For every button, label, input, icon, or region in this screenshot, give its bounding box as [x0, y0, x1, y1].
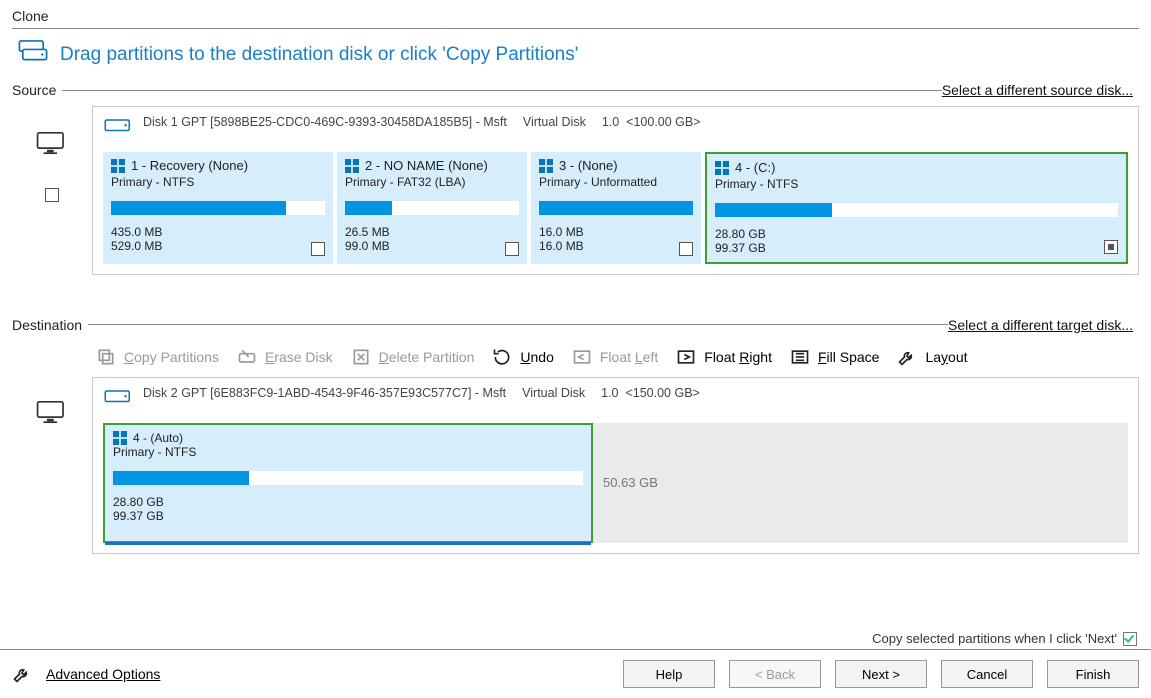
- partition-type: Primary - NTFS: [113, 445, 583, 459]
- partition-select-checkbox[interactable]: [1104, 240, 1118, 254]
- partition-sizes: 26.5 MB 99.0 MB: [345, 225, 519, 254]
- source-disk-panel: Disk 1 GPT [5898BE25-CDC0-469C-9393-3045…: [92, 106, 1139, 275]
- erase-icon: [237, 347, 257, 367]
- source-partition[interactable]: 3 - (None) Primary - Unformatted 16.0 MB…: [531, 152, 701, 264]
- partition-type: Primary - Unformatted: [539, 175, 693, 189]
- partition-usage-bar: [345, 201, 519, 215]
- undo-button[interactable]: Undo: [492, 347, 553, 367]
- partition-usage-bar: [111, 201, 325, 215]
- erase-disk-button: Erase Disk: [237, 347, 333, 367]
- float-left-icon: [572, 347, 592, 367]
- source-divider: [62, 90, 941, 91]
- destination-toolbar: Copy Partitions Erase Disk Delete Partit…: [92, 341, 1139, 377]
- source-label: Source: [12, 82, 56, 98]
- source-partition[interactable]: 1 - Recovery (None) Primary - NTFS 435.0…: [103, 152, 333, 264]
- windows-icon: [345, 159, 359, 173]
- finish-button[interactable]: Finish: [1047, 660, 1139, 688]
- partition-type: Primary - FAT32 (LBA): [345, 175, 519, 189]
- source-partition[interactable]: 2 - NO NAME (None) Primary - FAT32 (LBA)…: [337, 152, 527, 264]
- source-disk-kind: Virtual Disk: [523, 115, 586, 129]
- partition-label: 1 - Recovery (None): [131, 158, 248, 173]
- monitor-icon: [35, 399, 69, 425]
- select-target-disk-link[interactable]: Select a different target disk...: [948, 317, 1139, 333]
- destination-disk-panel: Disk 2 GPT [6E883FC9-1ABD-4543-9F46-357E…: [92, 377, 1139, 554]
- source-disk-select-checkbox[interactable]: [45, 188, 59, 202]
- footer: Advanced Options Help < Back Next > Canc…: [0, 649, 1151, 698]
- source-disk-index: 1.0 <100.00 GB>: [602, 115, 701, 129]
- disk-icon: [103, 386, 133, 413]
- layout-wrench-icon: [897, 347, 917, 367]
- destination-partition[interactable]: 4 - (Auto) Primary - NTFS 28.80 GB 99.37…: [103, 423, 593, 543]
- destination-partitions: 4 - (Auto) Primary - NTFS 28.80 GB 99.37…: [103, 423, 1128, 543]
- windows-icon: [715, 161, 729, 175]
- help-button[interactable]: Help: [623, 660, 715, 688]
- fill-space-button[interactable]: Fill Space: [790, 347, 879, 367]
- source-partitions: 1 - Recovery (None) Primary - NTFS 435.0…: [103, 152, 1128, 264]
- windows-icon: [539, 159, 553, 173]
- disk-stack-icon: [16, 39, 50, 70]
- header-divider: [12, 28, 1139, 29]
- partition-sizes: 435.0 MB 529.0 MB: [111, 225, 325, 254]
- destination-divider: [88, 324, 948, 325]
- dest-disk-index: 1.0 <150.00 GB>: [601, 386, 700, 400]
- select-source-disk-link[interactable]: Select a different source disk...: [942, 82, 1139, 98]
- fill-space-icon: [790, 347, 810, 367]
- dest-disk-name: Disk 2 GPT [6E883FC9-1ABD-4543-9F46-357E…: [143, 386, 506, 400]
- partition-select-checkbox[interactable]: [679, 242, 693, 256]
- float-left-button: Float Left: [572, 347, 658, 367]
- destination-free-space[interactable]: 50.63 GB: [593, 423, 1128, 543]
- delete-partition-button: Delete Partition: [351, 347, 475, 367]
- undo-icon: [492, 347, 512, 367]
- dest-disk-kind: Virtual Disk: [522, 386, 585, 400]
- advanced-options-link[interactable]: Advanced Options: [46, 666, 160, 682]
- partition-usage-bar: [715, 203, 1118, 217]
- copy-partitions-button: Copy Partitions: [96, 347, 219, 367]
- copy-on-next-checkbox[interactable]: [1123, 632, 1137, 646]
- partition-active-indicator: [105, 542, 591, 545]
- windows-icon: [111, 159, 125, 173]
- partition-label: 3 - (None): [559, 158, 618, 173]
- wrench-icon: [12, 664, 32, 684]
- partition-usage-bar: [539, 201, 693, 215]
- delete-icon: [351, 347, 371, 367]
- partition-sizes: 28.80 GB 99.37 GB: [715, 227, 1118, 256]
- copy-on-next-label: Copy selected partitions when I click 'N…: [872, 631, 1117, 646]
- partition-select-checkbox[interactable]: [311, 242, 325, 256]
- partition-select-checkbox[interactable]: [505, 242, 519, 256]
- cancel-button[interactable]: Cancel: [941, 660, 1033, 688]
- monitor-icon: [35, 130, 69, 156]
- page-title: Clone: [12, 8, 1139, 24]
- back-button: < Back: [729, 660, 821, 688]
- disk-icon: [103, 115, 133, 142]
- partition-usage-bar: [113, 471, 583, 485]
- next-button[interactable]: Next >: [835, 660, 927, 688]
- destination-label: Destination: [12, 317, 82, 333]
- copy-icon: [96, 347, 116, 367]
- partition-type: Primary - NTFS: [715, 177, 1118, 191]
- partition-label: 4 - (C:): [735, 160, 775, 175]
- partition-sizes: 28.80 GB 99.37 GB: [113, 495, 583, 524]
- partition-label: 4 - (Auto): [133, 431, 183, 445]
- hint-text: Drag partitions to the destination disk …: [60, 44, 578, 66]
- partition-label: 2 - NO NAME (None): [365, 158, 488, 173]
- partition-type: Primary - NTFS: [111, 175, 325, 189]
- source-partition-selected[interactable]: 4 - (C:) Primary - NTFS 28.80 GB 99.37 G…: [705, 152, 1128, 264]
- layout-button[interactable]: Layout: [897, 347, 967, 367]
- float-right-icon: [676, 347, 696, 367]
- float-right-button[interactable]: Float Right: [676, 347, 772, 367]
- source-disk-name: Disk 1 GPT [5898BE25-CDC0-469C-9393-3045…: [143, 115, 507, 129]
- partition-sizes: 16.0 MB 16.0 MB: [539, 225, 693, 254]
- windows-icon: [113, 431, 127, 445]
